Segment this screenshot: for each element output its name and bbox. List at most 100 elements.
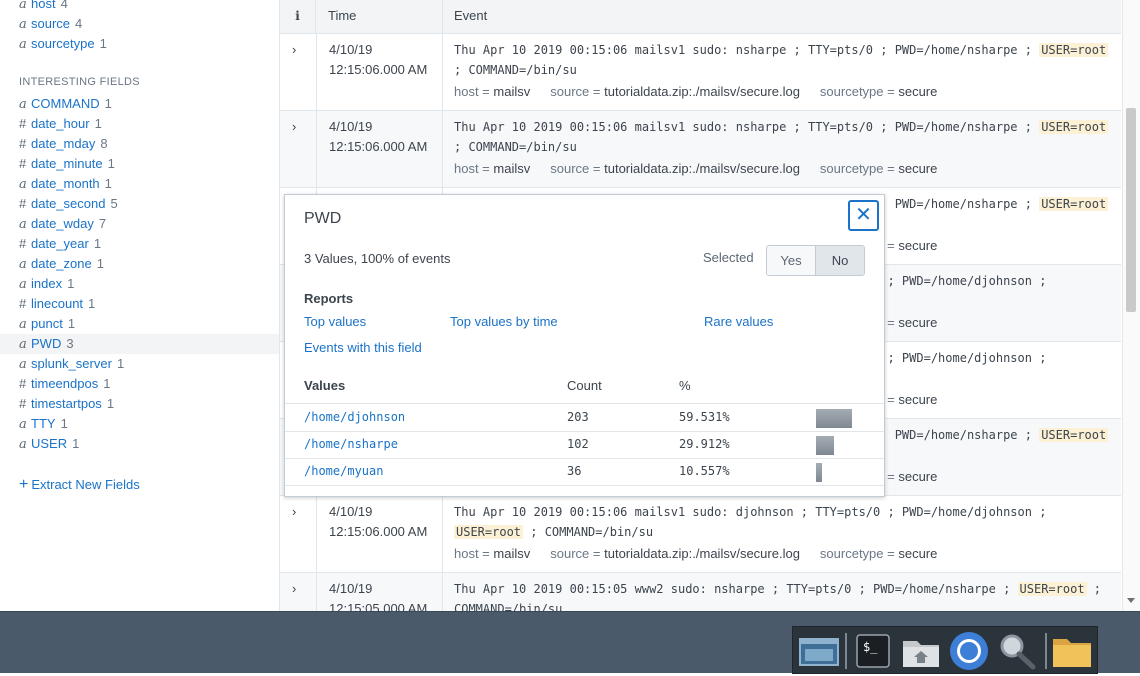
app-dock: $_ bbox=[792, 626, 1098, 674]
sidebar-field-date-hour[interactable]: # date_hour 1 bbox=[0, 114, 279, 134]
source-field-pair[interactable]: source = tutorialdata.zip:./mailsv/secur… bbox=[550, 546, 800, 561]
sidebar-field-date-zone[interactable]: a date_zone 1 bbox=[0, 254, 279, 274]
sidebar-field-linecount[interactable]: # linecount 1 bbox=[0, 294, 279, 314]
time-column-header[interactable]: Time bbox=[316, 0, 443, 34]
sidebar-field-tty[interactable]: a TTY 1 bbox=[0, 414, 279, 434]
value-link[interactable]: /home/nsharpe bbox=[304, 437, 398, 451]
rare-values-link[interactable]: Rare values bbox=[704, 314, 773, 329]
user-field-highlight[interactable]: USER=root bbox=[1039, 120, 1109, 134]
selected-yes-button[interactable]: Yes bbox=[767, 246, 816, 275]
sidebar-field-date-second[interactable]: # date_second 5 bbox=[0, 194, 279, 214]
event-raw-prefix: Thu Apr 10 2019 00:15:06 mailsv1 sudo: n… bbox=[454, 120, 1040, 134]
value-percent: 29.912% bbox=[679, 437, 730, 451]
events-scrollbar[interactable] bbox=[1122, 0, 1140, 611]
sidebar-field-date-mday[interactable]: # date_mday 8 bbox=[0, 134, 279, 154]
value-row: /home/myuan 36 10.557% bbox=[285, 459, 884, 486]
sidebar-field-date-minute[interactable]: # date_minute 1 bbox=[0, 154, 279, 174]
sourcetype-field-pair[interactable]: sourcetype = secure bbox=[820, 84, 937, 99]
value-count: 203 bbox=[567, 410, 589, 424]
sourcetype-value: secure bbox=[898, 392, 938, 407]
string-type-icon: a bbox=[19, 17, 27, 32]
expand-row-chevron-icon[interactable]: › bbox=[292, 42, 296, 57]
sourcetype-field-pair[interactable]: sourcetype = secure bbox=[820, 546, 937, 561]
event-time: 12:15:06.000 AM bbox=[329, 62, 428, 77]
field-name: date_year bbox=[31, 236, 89, 251]
sidebar-field-source[interactable]: a source 4 bbox=[0, 14, 279, 34]
sidebar-field-date-year[interactable]: # date_year 1 bbox=[0, 234, 279, 254]
info-column-header[interactable]: i bbox=[280, 0, 316, 34]
sidebar-field-date-month[interactable]: a date_month 1 bbox=[0, 174, 279, 194]
sidebar-field-user[interactable]: a USER 1 bbox=[0, 434, 279, 454]
sidebar-field-timeendpos[interactable]: # timeendpos 1 bbox=[0, 374, 279, 394]
event-raw-text[interactable]: Thu Apr 10 2019 00:15:06 mailsv1 sudo: d… bbox=[454, 502, 1112, 542]
reports-heading: Reports bbox=[304, 291, 354, 306]
sidebar-field-splunk-server[interactable]: a splunk_server 1 bbox=[0, 354, 279, 374]
user-field-highlight[interactable]: USER=root bbox=[1039, 43, 1109, 57]
terminal-icon[interactable]: $_ bbox=[851, 631, 895, 671]
scroll-down-arrow-icon[interactable] bbox=[1127, 598, 1135, 603]
event-column-header: Event bbox=[454, 8, 488, 23]
expand-row-chevron-icon[interactable]: › bbox=[292, 581, 296, 596]
scrollbar-thumb[interactable] bbox=[1126, 108, 1136, 312]
field-count: 1 bbox=[107, 156, 115, 171]
event-raw-text[interactable]: Thu Apr 10 2019 00:15:06 mailsv1 sudo: n… bbox=[454, 117, 1112, 157]
host-field-pair[interactable]: host = mailsv bbox=[454, 161, 530, 176]
host-field-pair[interactable]: host = mailsv bbox=[454, 546, 530, 561]
source-field-pair[interactable]: source = tutorialdata.zip:./mailsv/secur… bbox=[550, 161, 800, 176]
host-key: host = bbox=[454, 161, 490, 176]
top-values-link[interactable]: Top values bbox=[304, 314, 366, 329]
values-table-header: Values Count % bbox=[285, 378, 884, 404]
extract-new-fields-link[interactable]: + Extract New Fields bbox=[19, 476, 140, 494]
user-field-highlight[interactable]: USER=root bbox=[454, 525, 524, 539]
selected-no-button[interactable]: No bbox=[816, 246, 864, 275]
search-magnifier-icon[interactable] bbox=[995, 631, 1039, 671]
field-count: 1 bbox=[96, 256, 104, 271]
number-type-icon: # bbox=[19, 296, 27, 311]
event-field-summary: host = mailsv source = tutorialdata.zip:.… bbox=[454, 161, 957, 176]
user-field-highlight[interactable]: USER=root bbox=[1017, 582, 1087, 596]
source-field-pair[interactable]: source = tutorialdata.zip:./mailsv/secur… bbox=[550, 84, 800, 99]
event-row: › 4/10/19 12:15:06.000 AM Thu Apr 10 2019 0… bbox=[280, 496, 1121, 573]
window-manager-icon[interactable] bbox=[797, 631, 841, 671]
field-name: PWD bbox=[31, 336, 62, 351]
close-popup-button[interactable]: ✕ bbox=[848, 200, 879, 231]
file-manager-icon[interactable] bbox=[1051, 631, 1095, 671]
home-folder-icon[interactable] bbox=[899, 631, 943, 671]
sidebar-field-timestartpos[interactable]: # timestartpos 1 bbox=[0, 394, 279, 414]
events-with-field-link[interactable]: Events with this field bbox=[304, 340, 422, 355]
field-name: timeendpos bbox=[31, 376, 99, 391]
expand-row-chevron-icon[interactable]: › bbox=[292, 504, 296, 519]
value-percent: 59.531% bbox=[679, 410, 730, 424]
sidebar-field-date-wday[interactable]: a date_wday 7 bbox=[0, 214, 279, 234]
event-field-summary: host = mailsv source = tutorialdata.zip:.… bbox=[454, 84, 957, 99]
user-field-highlight[interactable]: USER=root bbox=[1039, 197, 1109, 211]
field-name: index bbox=[31, 276, 63, 291]
number-type-icon: # bbox=[19, 396, 27, 411]
string-type-icon: a bbox=[19, 417, 27, 432]
sidebar-field-punct[interactable]: a punct 1 bbox=[0, 314, 279, 334]
extract-new-fields-label: Extract New Fields bbox=[31, 477, 140, 492]
field-name: date_hour bbox=[31, 116, 90, 131]
sidebar-field-host[interactable]: a host 4 bbox=[0, 0, 279, 14]
event-time-cell: 4/10/19 12:15:06.000 AM bbox=[316, 496, 443, 573]
chromium-icon[interactable] bbox=[947, 631, 991, 671]
event-raw-text[interactable]: Thu Apr 10 2019 00:15:06 mailsv1 sudo: n… bbox=[454, 40, 1112, 80]
sidebar-field-pwd[interactable]: a PWD 3 bbox=[0, 334, 279, 354]
sourcetype-field-pair[interactable]: sourcetype = secure bbox=[820, 161, 937, 176]
expand-row-chevron-icon[interactable]: › bbox=[292, 119, 296, 134]
event-raw-suffix: ; COMMAND=/bin/su bbox=[454, 63, 577, 77]
sidebar-field-index[interactable]: a index 1 bbox=[0, 274, 279, 294]
event-raw-text[interactable]: Thu Apr 10 2019 00:15:05 www2 sudo: nsha… bbox=[454, 579, 1112, 611]
sidebar-field-command[interactable]: a COMMAND 1 bbox=[0, 94, 279, 114]
event-timestamp: 4/10/19 12:15:06.000 AM bbox=[329, 502, 444, 542]
value-link[interactable]: /home/djohnson bbox=[304, 410, 405, 424]
host-field-pair[interactable]: host = mailsv bbox=[454, 84, 530, 99]
top-values-by-time-link[interactable]: Top values by time bbox=[450, 314, 558, 329]
sidebar-field-sourcetype[interactable]: a sourcetype 1 bbox=[0, 34, 279, 54]
value-link[interactable]: /home/myuan bbox=[304, 464, 383, 478]
user-field-highlight[interactable]: USER=root bbox=[1039, 428, 1109, 442]
field-count: 1 bbox=[104, 176, 112, 191]
plus-icon: + bbox=[19, 476, 29, 493]
source-key: source = bbox=[550, 84, 601, 99]
string-type-icon: a bbox=[19, 217, 27, 232]
